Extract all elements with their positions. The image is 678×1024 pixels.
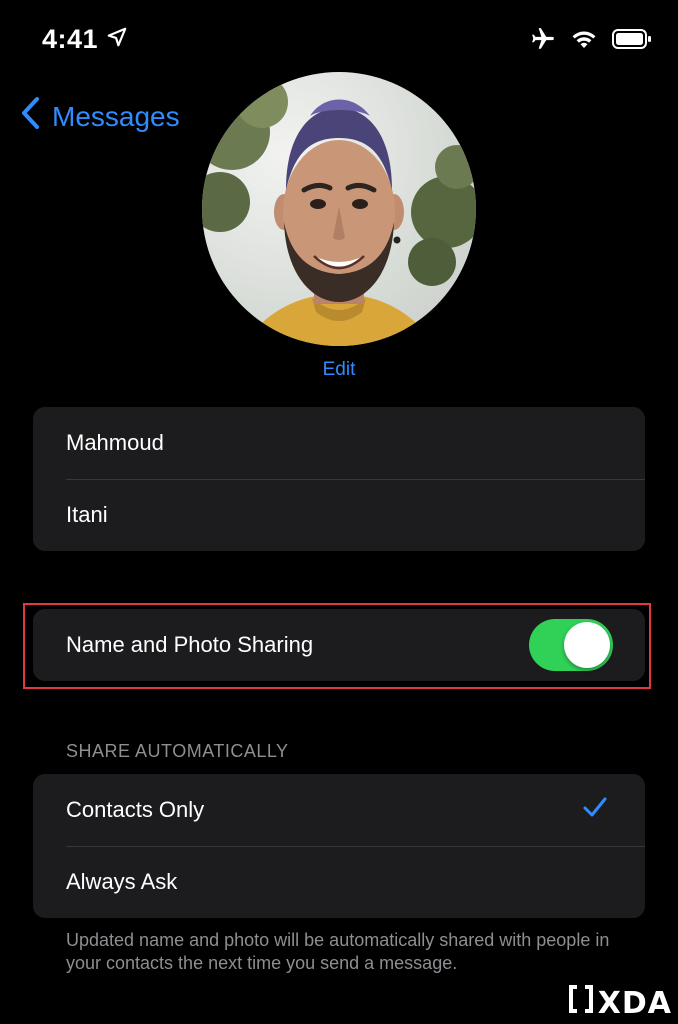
back-button-label: Messages — [52, 100, 180, 132]
checkmark-icon — [582, 795, 608, 825]
back-button[interactable]: Messages — [20, 96, 180, 137]
first-name-value: Mahmoud — [66, 430, 164, 455]
status-time-text: 4:41 — [42, 24, 99, 54]
chevron-left-icon — [20, 96, 40, 137]
last-name-field[interactable]: Itani — [33, 479, 645, 551]
location-arrow-icon — [106, 24, 128, 55]
option-label: Always Ask — [66, 869, 178, 894]
toggle-knob — [564, 622, 610, 668]
wifi-icon — [570, 28, 598, 55]
name-photo-sharing-row: Name and Photo Sharing — [33, 609, 645, 681]
sharing-group: Name and Photo Sharing — [33, 609, 645, 681]
xda-watermark-text: XDA — [597, 985, 672, 1021]
share-options-group: Contacts Only Always Ask — [33, 774, 645, 918]
option-label: Contacts Only — [66, 797, 205, 822]
first-name-field[interactable]: Mahmoud — [33, 407, 645, 479]
status-time: 4:41 — [42, 24, 128, 55]
status-icons — [530, 26, 652, 57]
last-name-value: Itani — [66, 502, 108, 527]
option-always-ask[interactable]: Always Ask — [33, 846, 645, 918]
screen: 4:41 Messages Edit Mahmoud Itani Name an… — [0, 0, 678, 1024]
name-fields-group: Mahmoud Itani — [33, 407, 645, 551]
edit-photo-link[interactable]: Edit — [0, 359, 678, 381]
xda-watermark: XDA — [568, 984, 672, 1022]
share-footer-text: Updated name and photo will be automatic… — [66, 930, 610, 973]
share-automatically-header: SHARE AUTOMATICALLY — [66, 741, 289, 761]
option-contacts-only[interactable]: Contacts Only — [33, 774, 645, 846]
profile-photo[interactable] — [202, 72, 476, 346]
name-photo-sharing-toggle[interactable] — [529, 619, 613, 671]
profile-photo-image — [202, 76, 476, 346]
battery-icon — [612, 28, 652, 55]
airplane-icon — [530, 26, 556, 57]
name-photo-sharing-label: Name and Photo Sharing — [66, 632, 314, 657]
xda-logo-icon — [568, 984, 594, 1022]
